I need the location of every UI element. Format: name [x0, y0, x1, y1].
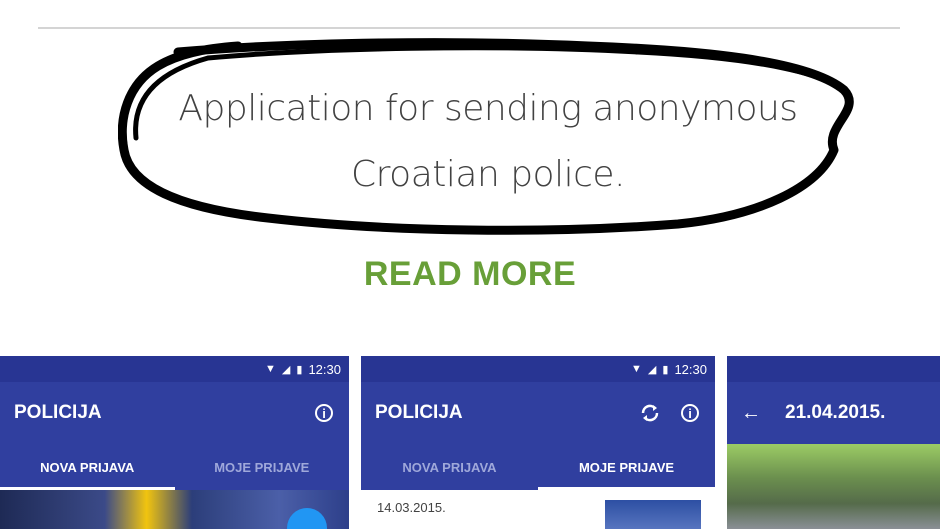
battery-icon: ▮ [296, 363, 303, 376]
info-icon[interactable]: i [679, 402, 701, 424]
status-bar [727, 356, 940, 382]
signal-icon: ◢ [647, 363, 657, 376]
tab-nova-prijava[interactable]: NOVA PRIJAVA [361, 444, 538, 490]
screenshot-3[interactable]: ← 21.04.2015. [727, 356, 940, 529]
signal-icon: ◢ [281, 363, 291, 376]
section-divider [38, 27, 900, 29]
description-line-1: Application for sending anonymous [178, 88, 798, 129]
battery-icon: ▮ [662, 363, 669, 376]
app-toolbar: ← 21.04.2015. [727, 382, 940, 444]
status-time: 12:30 [674, 361, 707, 377]
tab-moje-prijave[interactable]: MOJE PRIJAVE [175, 444, 350, 490]
wifi-icon: ▼ [631, 363, 642, 375]
tab-bar: NOVA PRIJAVA MOJE PRIJAVE [0, 444, 349, 490]
read-more-link[interactable]: READ MORE [0, 250, 940, 298]
info-icon[interactable]: i [313, 402, 335, 424]
description-block: Application for sending anonymous Croati… [118, 38, 858, 238]
report-date: 14.03.2015. [377, 500, 446, 515]
tab-nova-prijava[interactable]: NOVA PRIJAVA [0, 444, 175, 490]
screenshot-1[interactable]: ▼ ◢ ▮ 12:30 POLICIJA i NOVA PRIJAVA MOJE… [0, 356, 349, 529]
screenshot-2[interactable]: ▼ ◢ ▮ 12:30 POLICIJA i NOVA PRIJAVA MOJE… [361, 356, 715, 529]
app-title: POLICIJA [375, 402, 463, 423]
tab-moje-prijave[interactable]: MOJE PRIJAVE [538, 444, 715, 490]
report-thumbnail [605, 500, 701, 529]
description-line-2: Croatian police. [351, 154, 625, 195]
app-toolbar: POLICIJA i [0, 382, 349, 444]
status-time: 12:30 [308, 361, 341, 377]
detail-title: 21.04.2015. [785, 402, 886, 423]
header-image [0, 490, 349, 529]
status-bar: ▼ ◢ ▮ 12:30 [0, 356, 349, 382]
app-title: POLICIJA [14, 402, 102, 423]
refresh-icon[interactable] [639, 402, 661, 424]
back-arrow-icon[interactable]: ← [741, 402, 761, 425]
wifi-icon: ▼ [265, 363, 276, 375]
app-toolbar: POLICIJA i [361, 382, 715, 444]
report-list: 14.03.2015. [361, 490, 715, 529]
status-bar: ▼ ◢ ▮ 12:30 [361, 356, 715, 382]
floating-action-button[interactable] [287, 508, 327, 529]
tab-bar: NOVA PRIJAVA MOJE PRIJAVE [361, 444, 715, 490]
report-photo [727, 444, 940, 529]
